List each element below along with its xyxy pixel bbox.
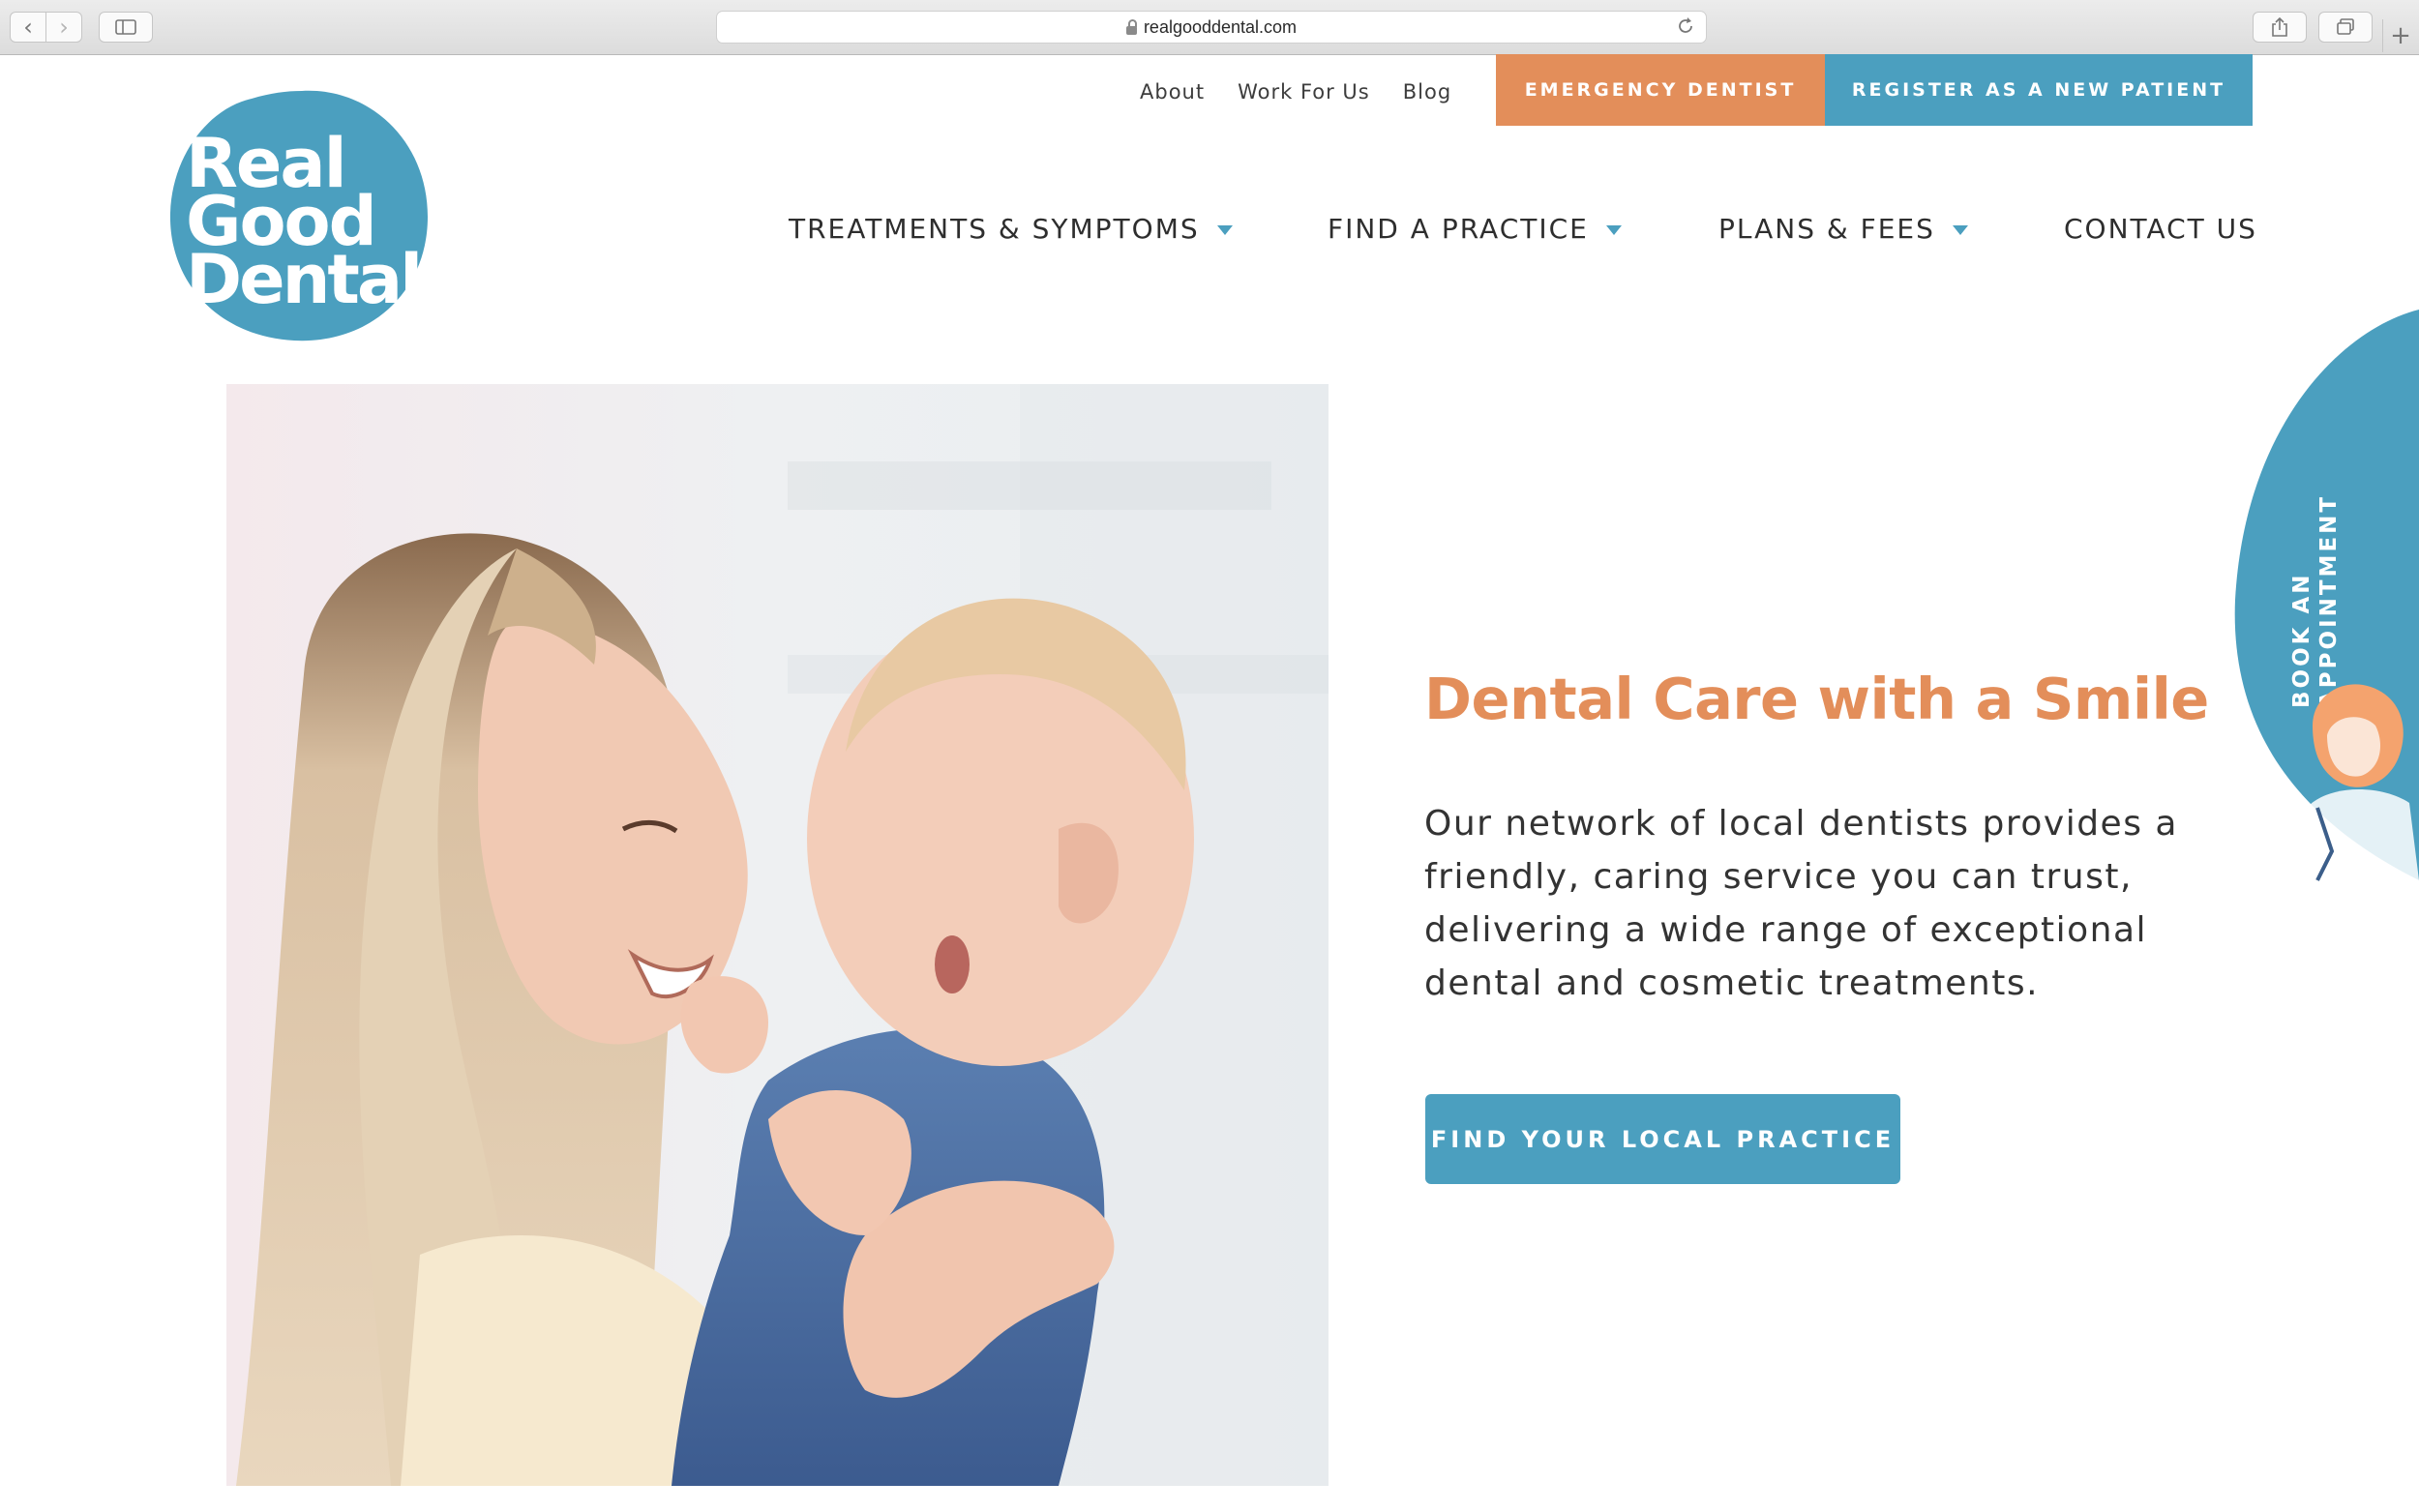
sidebar-icon — [115, 19, 136, 35]
new-tab-button[interactable]: + — [2382, 19, 2418, 52]
blog-link[interactable]: Blog — [1403, 80, 1451, 104]
hero-title: Dental Care with a Smile — [1424, 666, 2209, 732]
forward-button[interactable]: › — [46, 12, 82, 43]
share-icon — [2272, 16, 2287, 37]
book-tab-line-2: APPOINTMENT — [2316, 494, 2342, 708]
show-tabs-button[interactable] — [2318, 12, 2373, 43]
register-new-patient-button[interactable]: REGISTER AS A NEW PATIENT — [1825, 54, 2253, 126]
hero-photo-mother-and-baby — [226, 384, 1329, 1486]
nav-label: FIND A PRACTICE — [1328, 213, 1589, 245]
work-for-us-link[interactable]: Work For Us — [1238, 80, 1370, 104]
hero-description: Our network of local dentists provides a… — [1424, 804, 2178, 1003]
nav-find-a-practice[interactable]: FIND A PRACTICE — [1328, 213, 1622, 245]
about-link[interactable]: About — [1140, 80, 1205, 104]
logo-line-3: Dental — [186, 240, 420, 319]
main-navigation: TREATMENTS & SYMPTOMS FIND A PRACTICE PL… — [0, 213, 2419, 252]
url-text: realgooddental.com — [1143, 16, 1298, 37]
caret-down-icon — [1605, 224, 1622, 235]
reload-icon[interactable] — [1675, 15, 1696, 37]
caret-down-icon — [1952, 224, 1968, 235]
nav-label: TREATMENTS & SYMPTOMS — [789, 213, 1200, 245]
nav-contact-us[interactable]: CONTACT US — [2064, 213, 2257, 245]
find-local-practice-button[interactable]: FIND YOUR LOCAL PRACTICE — [1425, 1094, 1900, 1184]
back-button[interactable]: ‹ — [10, 12, 46, 43]
nav-label: PLANS & FEES — [1718, 213, 1935, 245]
tabs-icon — [2337, 18, 2354, 35]
caret-down-icon — [1216, 224, 1233, 235]
history-buttons: ‹ › — [10, 12, 82, 43]
nav-treatments-symptoms[interactable]: TREATMENTS & SYMPTOMS — [789, 213, 1233, 245]
nav-plans-fees[interactable]: PLANS & FEES — [1718, 213, 1968, 245]
book-appointment-tab[interactable]: BOOK AN APPOINTMENT — [2225, 310, 2419, 890]
book-tab-line-1: BOOK AN — [2289, 572, 2314, 708]
lock-icon — [1125, 18, 1137, 35]
nav-label: CONTACT US — [2064, 213, 2257, 245]
emergency-dentist-button[interactable]: EMERGENCY DENTIST — [1496, 54, 1825, 126]
sidebar-toggle-button[interactable] — [99, 12, 153, 43]
share-button[interactable] — [2253, 12, 2307, 43]
address-bar[interactable]: realgooddental.com — [716, 11, 1707, 44]
browser-toolbar: ‹ › realgooddental.com + — [0, 0, 2419, 55]
utility-links: About Work For Us Blog — [1140, 75, 1484, 108]
